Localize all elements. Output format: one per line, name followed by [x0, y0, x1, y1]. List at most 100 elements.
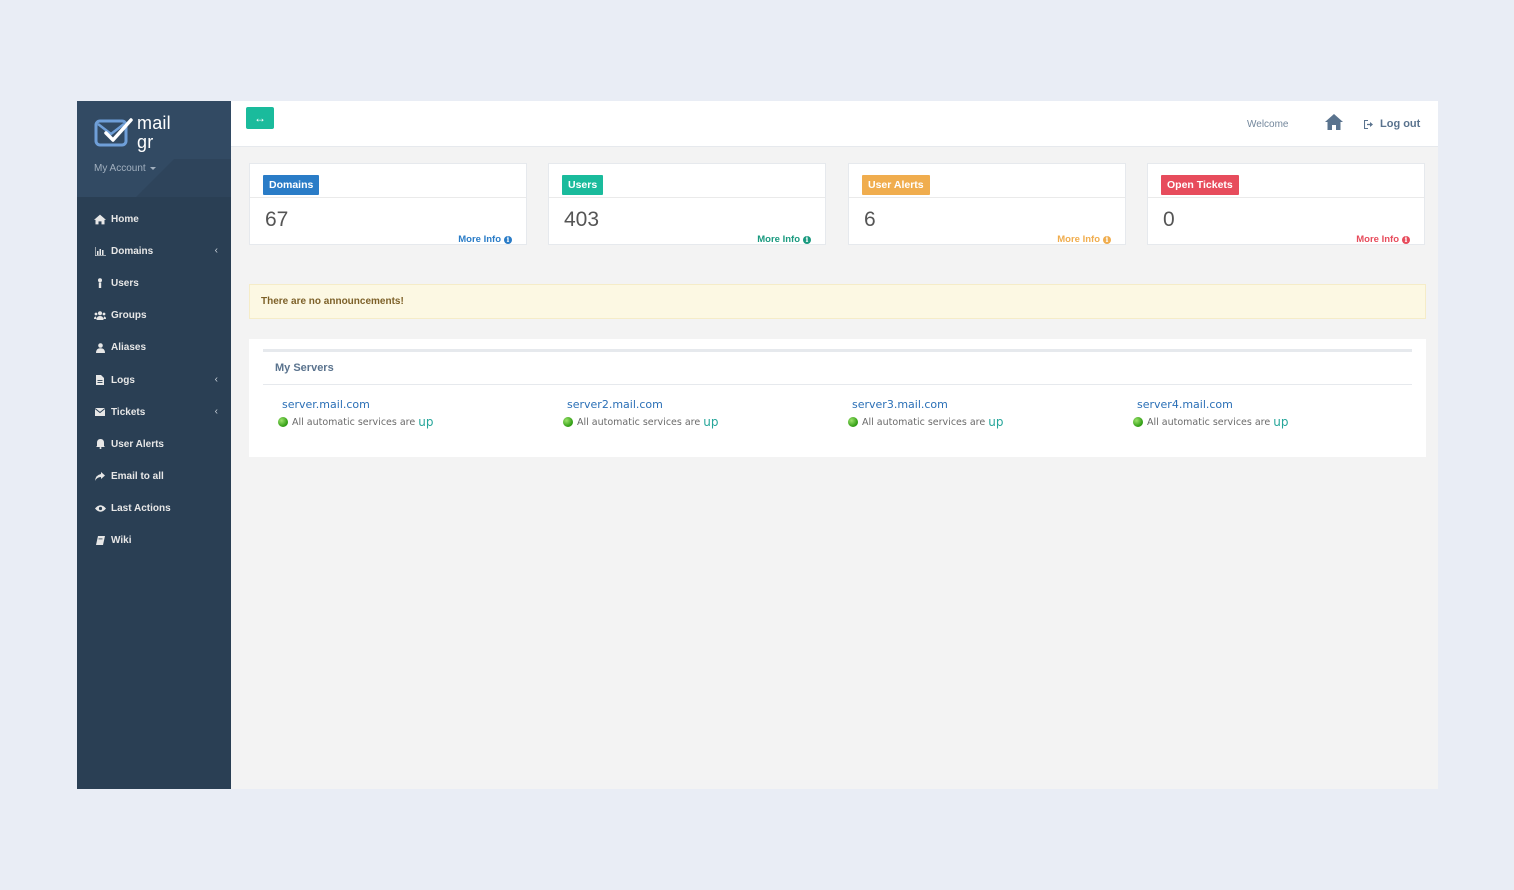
server-status: All automatic services are up: [848, 415, 1003, 429]
server-state: up: [988, 415, 1004, 429]
users-icon: [94, 310, 106, 322]
server-state: up: [418, 415, 434, 429]
eye-icon: [94, 503, 106, 515]
server-link[interactable]: server3.mail.com: [852, 398, 1003, 411]
server-status: All automatic services are up: [278, 415, 433, 429]
stat-badge: Users: [562, 175, 604, 195]
more-info-link[interactable]: More Info i: [757, 234, 811, 245]
announcement-alert: There are no announcements!: [249, 284, 1426, 319]
book-icon: [94, 535, 106, 547]
info-circle-icon: i: [803, 235, 811, 244]
server-link[interactable]: server4.mail.com: [1137, 398, 1288, 411]
brand-line-2: gr: [137, 132, 154, 152]
sidebar: mail gr My Account Home Domains ‹ Users …: [77, 101, 231, 789]
my-servers-panel: My Servers server.mail.com All automatic…: [249, 339, 1426, 457]
stat-tile-header: User Alerts: [849, 164, 1125, 198]
server-item: server.mail.com All automatic services a…: [278, 398, 433, 429]
server-status: All automatic services are up: [1133, 415, 1288, 429]
home-icon: [94, 213, 106, 225]
status-up-dot-icon: [848, 417, 858, 427]
user-icon: [94, 277, 106, 289]
server-status-text: All automatic services are: [577, 416, 701, 428]
sidebar-toggle-button[interactable]: ↔: [246, 107, 274, 129]
stat-value: 67: [265, 208, 289, 231]
info-circle-icon: i: [504, 235, 512, 244]
panel-divider: [263, 384, 1412, 385]
sidebar-item-label: Logs: [111, 374, 135, 386]
server-state: up: [1273, 415, 1289, 429]
welcome-text: Welcome: [1247, 119, 1289, 130]
stat-badge: Domains: [263, 175, 320, 195]
stat-tile-open-tickets: Open Tickets 0 More Info i: [1147, 163, 1425, 245]
bar-chart-icon: [94, 245, 106, 257]
caret-down-icon: [150, 166, 157, 170]
stat-badge: User Alerts: [862, 175, 930, 195]
stat-value: 0: [1163, 208, 1175, 231]
server-item: server3.mail.com All automatic services …: [848, 398, 1003, 429]
envelope-icon: [94, 406, 106, 418]
chevron-left-icon: ‹: [214, 406, 218, 418]
stat-tile-header: Open Tickets: [1148, 164, 1424, 198]
sidebar-item-aliases[interactable]: Aliases: [77, 332, 231, 364]
panel-top-border: [263, 349, 1412, 352]
sign-out-icon: [1364, 119, 1373, 129]
sidebar-item-domains[interactable]: Domains ‹: [77, 235, 231, 267]
chevron-left-icon: ‹: [214, 373, 218, 385]
stat-tile-domains: Domains 67 More Info i: [249, 163, 527, 245]
sidebar-item-last-actions[interactable]: Last Actions: [77, 493, 231, 525]
server-link[interactable]: server2.mail.com: [567, 398, 718, 411]
brand-line-1: mail: [137, 113, 171, 133]
sidebar-item-email-to-all[interactable]: Email to all: [77, 461, 231, 493]
share-icon: [94, 471, 106, 483]
status-up-dot-icon: [278, 417, 288, 427]
sidebar-item-label: Domains: [111, 245, 154, 257]
sidebar-menu: Home Domains ‹ Users Groups Aliases Logs…: [77, 203, 231, 557]
server-item: server4.mail.com All automatic services …: [1133, 398, 1288, 429]
brand-area: mail gr My Account: [77, 101, 231, 197]
sidebar-item-label: Email to all: [111, 471, 164, 483]
server-status-text: All automatic services are: [862, 416, 986, 428]
server-status-text: All automatic services are: [1147, 416, 1271, 428]
sidebar-item-home[interactable]: Home: [77, 203, 231, 235]
file-icon: [94, 374, 106, 386]
chevron-left-icon: ‹: [214, 245, 218, 257]
sidebar-item-users[interactable]: Users: [77, 267, 231, 299]
my-account-dropdown[interactable]: My Account: [94, 163, 157, 174]
stat-tile-header: Users: [549, 164, 825, 198]
logout-link[interactable]: Log out: [1364, 118, 1420, 130]
bell-icon: [94, 438, 106, 450]
sidebar-item-user-alerts[interactable]: User Alerts: [77, 428, 231, 460]
sidebar-item-wiki[interactable]: Wiki: [77, 525, 231, 557]
sidebar-item-label: Wiki: [111, 535, 132, 547]
server-status: All automatic services are up: [563, 415, 718, 429]
more-info-link[interactable]: More Info i: [1057, 234, 1111, 245]
more-info-label: More Info: [1356, 234, 1399, 245]
server-link[interactable]: server.mail.com: [282, 398, 433, 411]
sidebar-item-groups[interactable]: Groups: [77, 300, 231, 332]
stat-value: 403: [564, 208, 600, 231]
user-icon: [94, 342, 106, 354]
more-info-link[interactable]: More Info i: [458, 234, 512, 245]
stat-tile-users: Users 403 More Info i: [548, 163, 826, 245]
status-up-dot-icon: [563, 417, 573, 427]
more-info-label: More Info: [1057, 234, 1100, 245]
sidebar-item-tickets[interactable]: Tickets ‹: [77, 396, 231, 428]
home-icon[interactable]: [1324, 113, 1344, 131]
mail-logo-icon[interactable]: [94, 116, 134, 150]
info-circle-icon: i: [1103, 235, 1111, 244]
panel-title: My Servers: [275, 362, 334, 374]
stat-badge: Open Tickets: [1161, 175, 1239, 195]
server-item: server2.mail.com All automatic services …: [563, 398, 718, 429]
sidebar-item-label: User Alerts: [111, 438, 164, 450]
info-circle-icon: i: [1402, 235, 1410, 244]
sidebar-item-label: Home: [111, 213, 139, 225]
app-window: mail gr My Account Home Domains ‹ Users …: [77, 101, 1438, 789]
my-account-label: My Account: [94, 163, 146, 174]
top-navbar: ↔ Welcome Log out: [231, 101, 1438, 147]
sidebar-item-logs[interactable]: Logs ‹: [77, 364, 231, 396]
status-up-dot-icon: [1133, 417, 1143, 427]
stat-value: 6: [864, 208, 876, 231]
sidebar-item-label: Last Actions: [111, 503, 171, 515]
more-info-link[interactable]: More Info i: [1356, 234, 1410, 245]
brand-name: mail gr: [137, 114, 171, 152]
